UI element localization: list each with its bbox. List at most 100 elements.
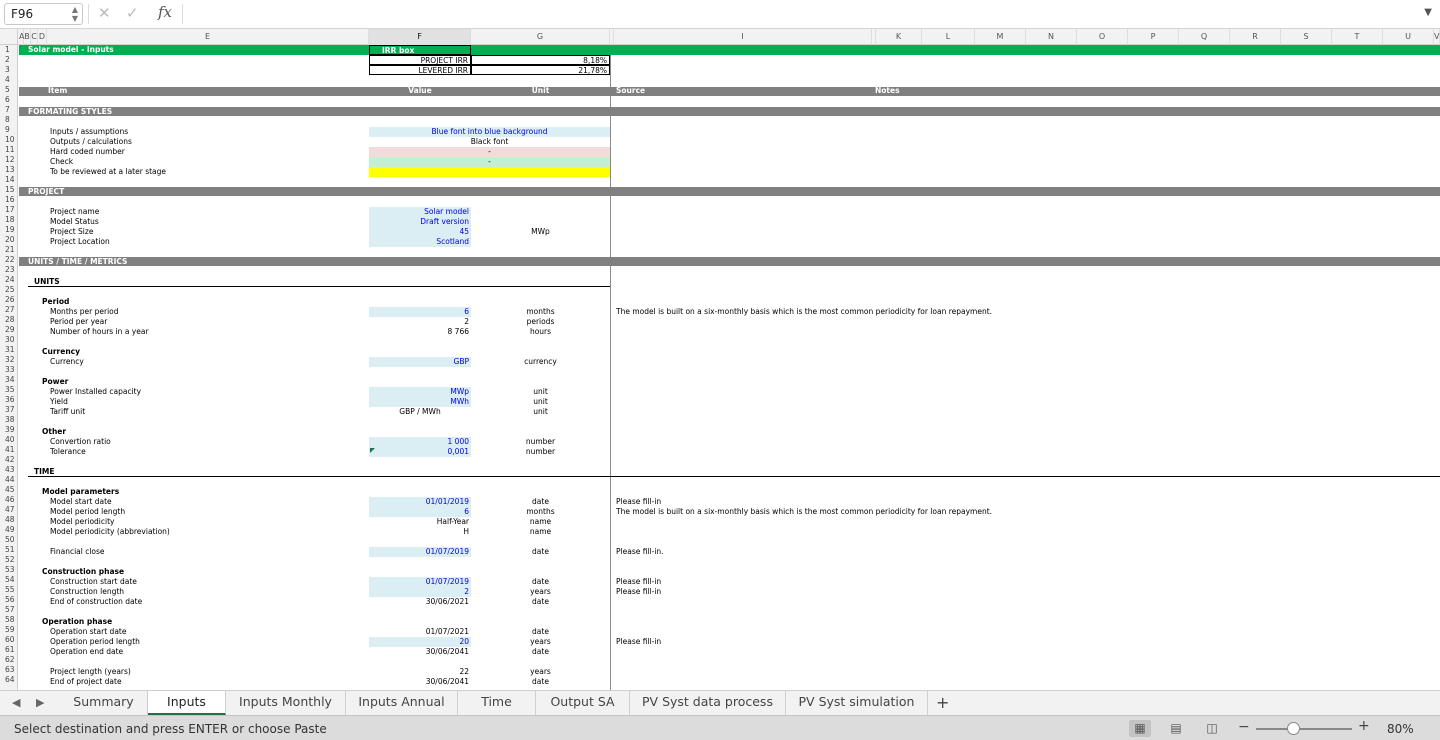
row-header[interactable]: 44 <box>0 475 18 485</box>
tab-pv-syst-data-process[interactable]: PV Syst data process <box>630 691 786 715</box>
formula-input[interactable] <box>190 4 1415 24</box>
row-header[interactable]: 2 <box>0 55 18 65</box>
zoom-slider-thumb[interactable] <box>1287 722 1300 735</box>
yield-input[interactable]: MWh <box>369 397 471 407</box>
column-header-b[interactable]: B <box>24 29 31 45</box>
row-header[interactable]: 34 <box>0 375 18 385</box>
normal-view-icon[interactable]: ▦ <box>1129 720 1151 737</box>
row-header[interactable]: 42 <box>0 455 18 465</box>
periodicity-abbreviation-value[interactable]: H <box>369 527 471 537</box>
tab-inputs[interactable]: Inputs <box>148 691 226 715</box>
row-header[interactable]: 62 <box>0 655 18 665</box>
row-header[interactable]: 21 <box>0 245 18 255</box>
tab-inputs-monthly[interactable]: Inputs Monthly <box>226 691 346 715</box>
row-header[interactable]: 56 <box>0 595 18 605</box>
row-header[interactable]: 41 <box>0 445 18 455</box>
column-header-o[interactable]: O <box>1077 29 1128 45</box>
construction-start-input[interactable]: 01/07/2019 <box>369 577 471 587</box>
worksheet-grid[interactable]: Solar model - Inputs IRR box PROJECT IRR… <box>19 45 1440 690</box>
model-start-date-input[interactable]: 01/01/2019 <box>369 497 471 507</box>
row-header[interactable]: 24 <box>0 275 18 285</box>
row-header[interactable]: 3 <box>0 65 18 75</box>
column-header-m[interactable]: M <box>975 29 1026 45</box>
operation-end-value[interactable]: 30/06/2041 <box>369 647 471 657</box>
row-header[interactable]: 33 <box>0 365 18 375</box>
inputs-style-sample[interactable]: Blue font into blue background <box>369 127 610 137</box>
column-header-s[interactable]: S <box>1281 29 1332 45</box>
construction-end-value[interactable]: 30/06/2021 <box>369 597 471 607</box>
row-header[interactable]: 15 <box>0 185 18 195</box>
tab-summary[interactable]: Summary <box>60 691 148 715</box>
column-header-d[interactable]: D <box>38 29 47 45</box>
outputs-style-sample[interactable]: Black font <box>369 137 610 147</box>
row-header[interactable]: 25 <box>0 285 18 295</box>
row-header[interactable]: 32 <box>0 355 18 365</box>
row-header[interactable]: 5 <box>0 85 18 95</box>
row-header[interactable]: 8 <box>0 115 18 125</box>
row-header[interactable]: 20 <box>0 235 18 245</box>
model-status-input[interactable]: Draft version <box>369 217 471 227</box>
column-header-f[interactable]: F <box>369 29 471 45</box>
row-header[interactable]: 50 <box>0 535 18 545</box>
row-header[interactable]: 31 <box>0 345 18 355</box>
insert-function-icon[interactable]: fx <box>158 3 172 21</box>
check-style-sample[interactable]: - <box>369 157 610 167</box>
months-per-period-input[interactable]: 6 <box>369 307 471 317</box>
column-header-c[interactable]: C <box>31 29 38 45</box>
row-header[interactable]: 19 <box>0 225 18 235</box>
row-header[interactable]: 61 <box>0 645 18 655</box>
column-header-t[interactable]: T <box>1332 29 1383 45</box>
levered-irr-value[interactable]: 21,78% <box>471 65 610 75</box>
tab-output-sa[interactable]: Output SA <box>536 691 630 715</box>
column-header-q[interactable]: Q <box>1179 29 1230 45</box>
row-header[interactable]: 16 <box>0 195 18 205</box>
model-period-length-input[interactable]: 6 <box>369 507 471 517</box>
row-header[interactable]: 51 <box>0 545 18 555</box>
row-header[interactable]: 17 <box>0 205 18 215</box>
row-header[interactable]: 46 <box>0 495 18 505</box>
row-header[interactable]: 26 <box>0 295 18 305</box>
hardcoded-style-sample[interactable]: - <box>369 147 610 157</box>
row-header[interactable]: 30 <box>0 335 18 345</box>
row-header[interactable]: 45 <box>0 485 18 495</box>
row-header[interactable]: 58 <box>0 615 18 625</box>
expand-formula-icon[interactable]: ▼ <box>1424 7 1432 18</box>
financial-close-input[interactable]: 01/07/2019 <box>369 547 471 557</box>
row-header[interactable]: 29 <box>0 325 18 335</box>
row-header[interactable]: 36 <box>0 395 18 405</box>
row-header[interactable]: 28 <box>0 315 18 325</box>
column-header-p[interactable]: P <box>1128 29 1179 45</box>
row-header[interactable]: 39 <box>0 425 18 435</box>
name-box[interactable]: F96 ▲ ▼ <box>4 3 83 25</box>
row-header[interactable]: 53 <box>0 565 18 575</box>
construction-length-input[interactable]: 2 <box>369 587 471 597</box>
project-length-value[interactable]: 22 <box>369 667 471 677</box>
zoom-slider[interactable] <box>1256 728 1352 730</box>
row-header[interactable]: 43 <box>0 465 18 475</box>
row-header[interactable]: 22 <box>0 255 18 265</box>
zoom-in-icon[interactable]: + <box>1358 718 1370 734</box>
cancel-icon[interactable]: ✕ <box>98 4 111 22</box>
zoom-out-icon[interactable]: − <box>1238 719 1250 735</box>
column-header-l[interactable]: L <box>922 29 975 45</box>
conversion-ratio-input[interactable]: 1 000 <box>369 437 471 447</box>
name-box-stepper-icon[interactable]: ▲ ▼ <box>72 5 78 23</box>
operation-length-input[interactable]: 20 <box>369 637 471 647</box>
project-name-input[interactable]: Solar model <box>369 207 471 217</box>
tariff-unit-value[interactable]: GBP / MWh <box>369 407 471 417</box>
column-header-g[interactable]: G <box>471 29 610 45</box>
project-location-input[interactable]: Scotland <box>369 237 471 247</box>
row-header[interactable]: 23 <box>0 265 18 275</box>
scroll-tabs-left-icon[interactable]: ◀ <box>12 696 20 709</box>
column-header-e[interactable]: E <box>47 29 369 45</box>
select-all-corner[interactable] <box>0 29 18 45</box>
row-header[interactable]: 47 <box>0 505 18 515</box>
row-header[interactable]: 55 <box>0 585 18 595</box>
row-header[interactable]: 18 <box>0 215 18 225</box>
row-header[interactable]: 48 <box>0 515 18 525</box>
project-size-input[interactable]: 45 <box>369 227 471 237</box>
row-header[interactable]: 4 <box>0 75 18 85</box>
row-header[interactable]: 14 <box>0 175 18 185</box>
project-irr-value[interactable]: 8,18% <box>471 55 610 65</box>
column-header-i[interactable]: I <box>614 29 872 45</box>
